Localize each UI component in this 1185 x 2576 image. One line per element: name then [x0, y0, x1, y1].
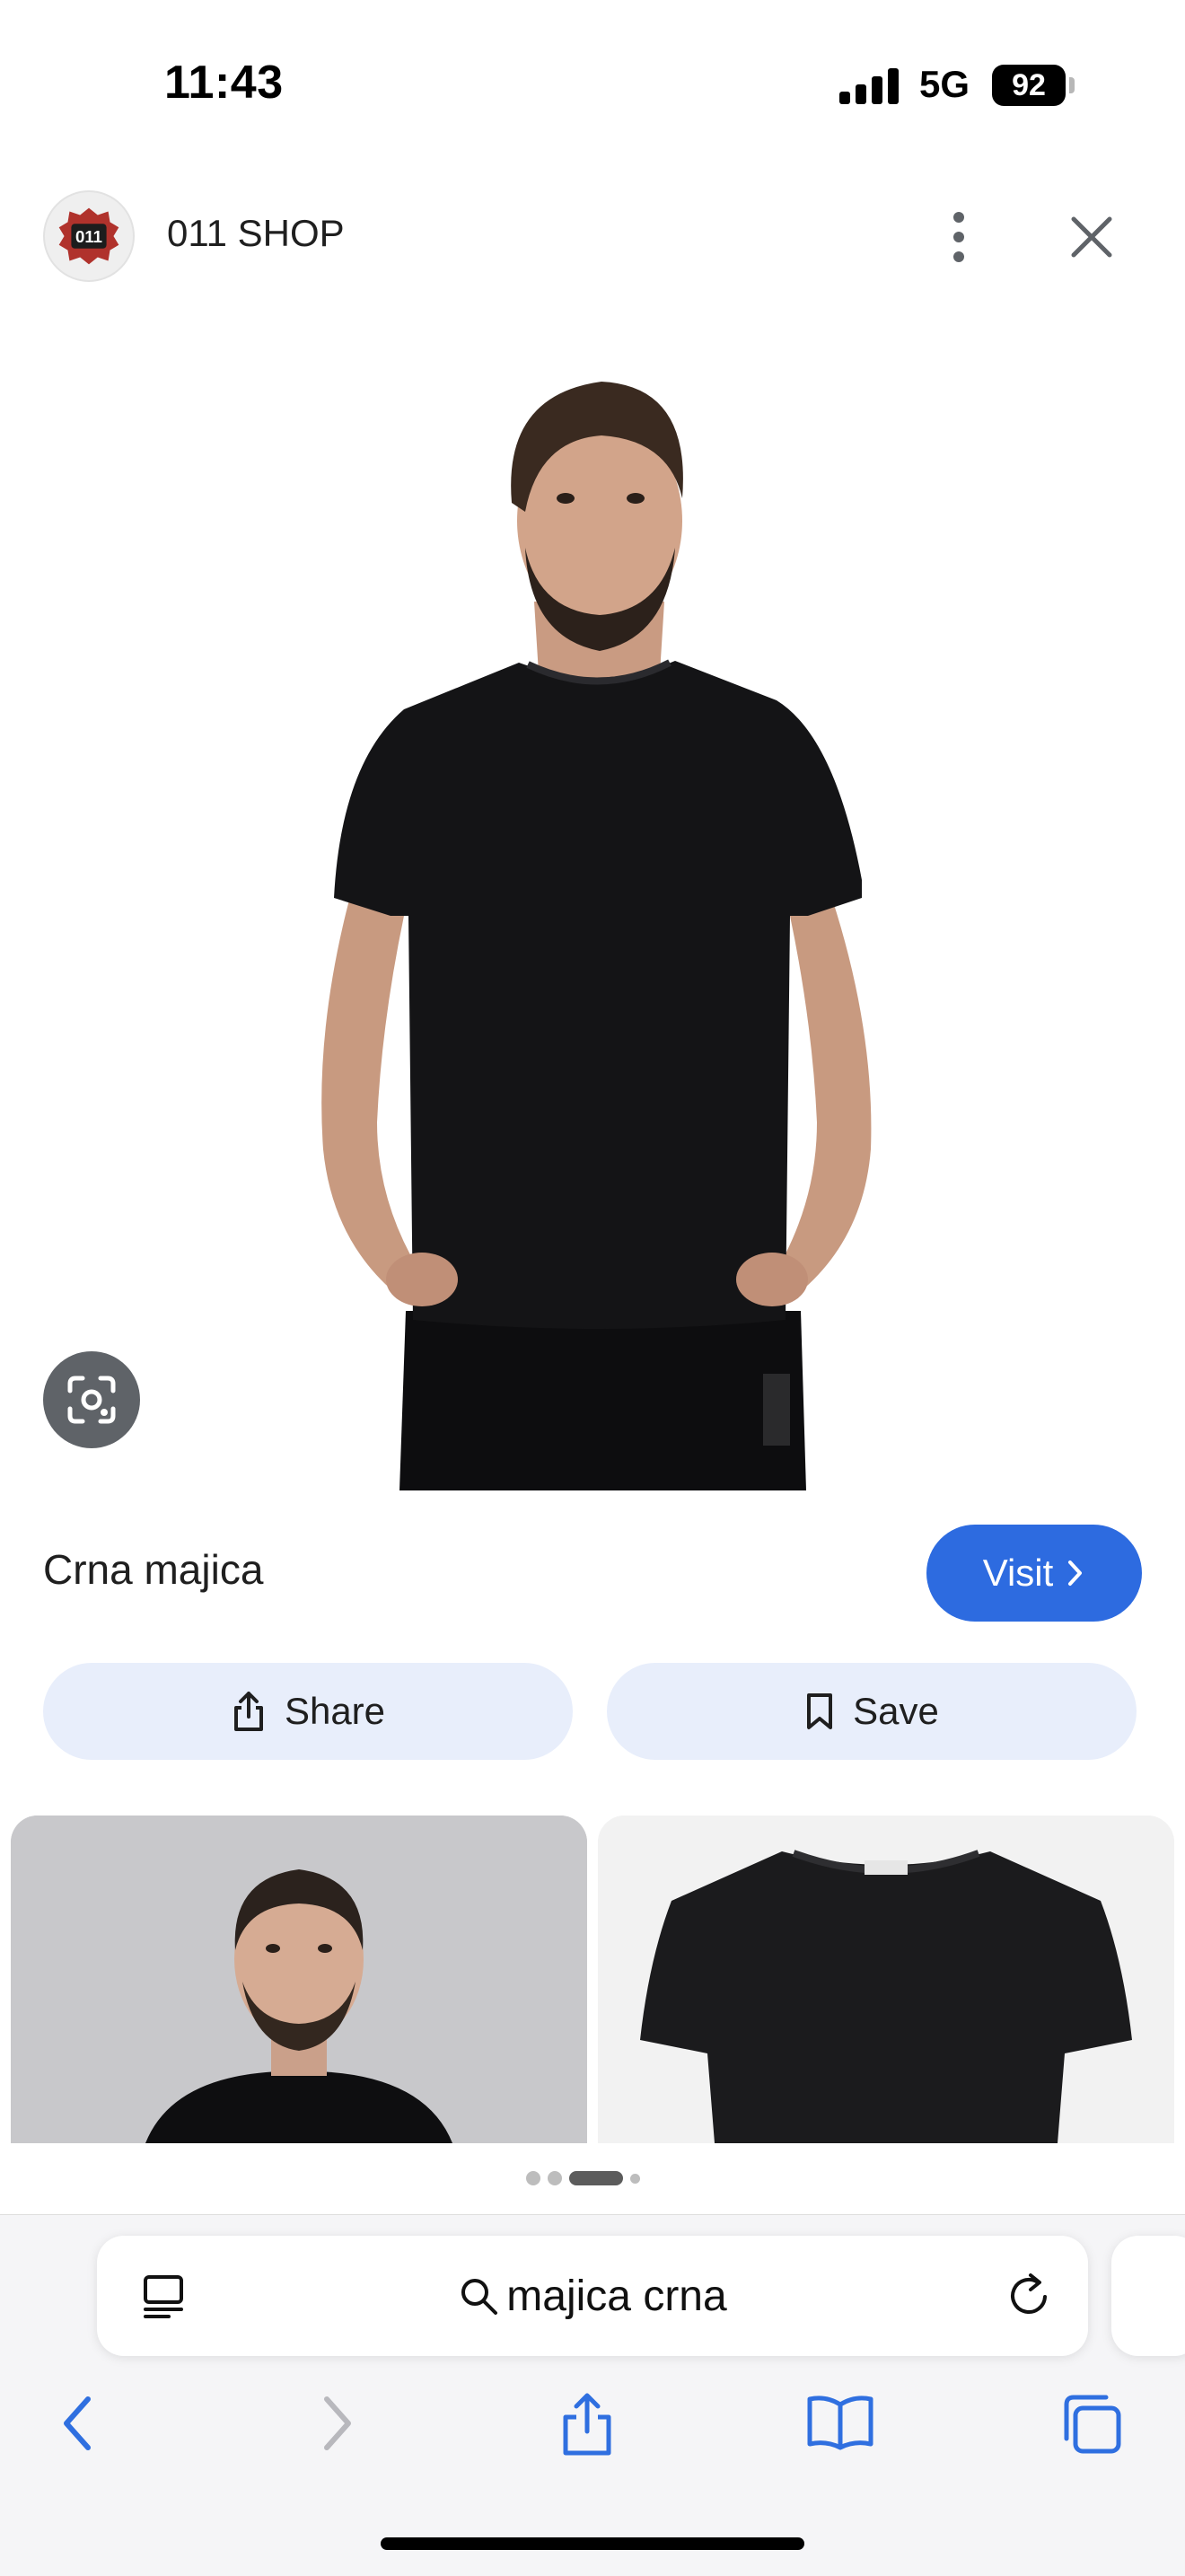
- close-button[interactable]: [1059, 205, 1124, 269]
- cellular-signal-icon: [839, 68, 899, 104]
- pager-dot: [630, 2173, 640, 2184]
- battery-level: 92: [1012, 67, 1046, 102]
- status-time: 11:43: [164, 57, 284, 109]
- forward-icon[interactable]: [316, 2392, 359, 2455]
- more-vert-icon: [953, 212, 964, 262]
- browser-share-icon[interactable]: [558, 2392, 616, 2457]
- battery-icon: 92: [992, 65, 1066, 106]
- visit-label: Visit: [982, 1552, 1054, 1594]
- source-logo[interactable]: 011: [43, 190, 135, 282]
- battery-cap: [1069, 77, 1075, 93]
- pager-dot-active: [569, 2171, 623, 2185]
- network-type: 5G: [919, 63, 970, 105]
- address-text[interactable]: majica crna: [97, 2236, 1088, 2356]
- carousel-pager: [526, 2171, 640, 2185]
- pager-dot: [526, 2171, 540, 2185]
- visit-button[interactable]: Visit: [926, 1525, 1142, 1622]
- address-bar[interactable]: majica crna: [97, 2236, 1088, 2356]
- related-image-2[interactable]: [598, 1816, 1174, 2143]
- tabs-icon[interactable]: [1059, 2392, 1124, 2457]
- man-in-black-tshirt-image: [11, 1816, 587, 2143]
- back-icon[interactable]: [56, 2392, 99, 2455]
- result-title: Crna majica: [43, 1546, 264, 1593]
- black-tshirt-product-image: [598, 1816, 1174, 2143]
- related-image-1[interactable]: [11, 1816, 587, 2143]
- source-logo-mark: 011: [58, 207, 119, 265]
- pager-dot: [548, 2171, 562, 2185]
- bookmark-icon: [807, 1693, 833, 1729]
- source-name[interactable]: 011 SHOP: [167, 212, 345, 255]
- close-icon: [1071, 216, 1112, 258]
- reader-icon[interactable]: [142, 2273, 185, 2320]
- google-lens-icon: [67, 1376, 116, 1424]
- save-label: Save: [853, 1690, 939, 1732]
- next-tab-address-bar[interactable]: [1111, 2236, 1185, 2356]
- more-options-button[interactable]: [934, 205, 984, 269]
- share-icon: [233, 1692, 263, 1731]
- search-query: majica crna: [506, 2272, 727, 2320]
- reload-icon[interactable]: [1004, 2270, 1054, 2320]
- share-button[interactable]: Share: [43, 1663, 573, 1760]
- bookmarks-icon[interactable]: [804, 2392, 876, 2451]
- logo-text: 011: [75, 227, 102, 246]
- save-button[interactable]: Save: [607, 1663, 1137, 1760]
- share-label: Share: [284, 1690, 386, 1732]
- main-image[interactable]: [0, 341, 1185, 1490]
- home-indicator: [381, 2537, 804, 2550]
- search-icon: [461, 2279, 498, 2315]
- chevron-right-icon: [1068, 1561, 1083, 1586]
- google-lens-button[interactable]: [43, 1351, 140, 1448]
